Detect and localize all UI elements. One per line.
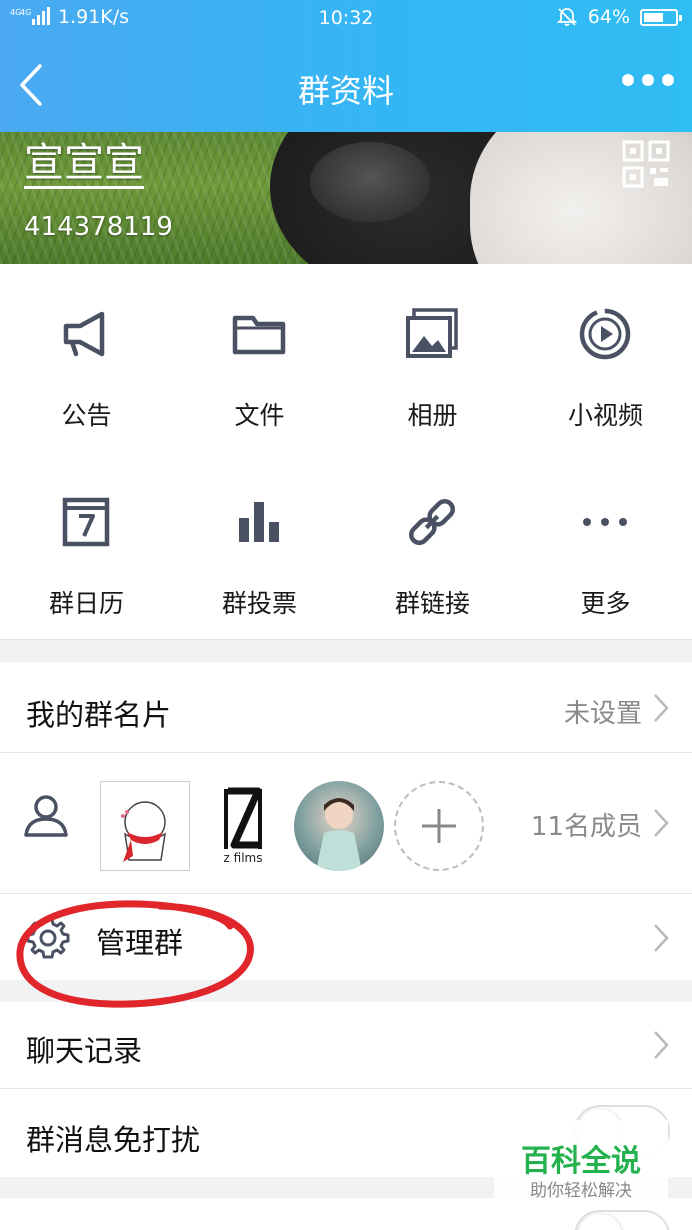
avatar-cartoon: [121, 801, 166, 862]
chat-history-label: 聊天记录: [26, 1034, 143, 1068]
feature-grid: 公告 文件 相册 小视频 群日历 群投票 群链接 更多: [0, 264, 692, 640]
feature-announcement[interactable]: 公告: [0, 264, 173, 452]
setting-toggle[interactable]: [574, 1210, 670, 1230]
feature-more[interactable]: 更多: [519, 452, 692, 640]
album-icon: [406, 308, 458, 358]
megaphone-icon: [63, 311, 105, 357]
feature-album[interactable]: 相册: [346, 264, 519, 452]
folder-icon: [232, 315, 286, 355]
gear-icon: [26, 917, 70, 959]
more-options-icon[interactable]: [622, 74, 674, 86]
feature-label: 更多: [580, 589, 631, 618]
group-name[interactable]: 宣宣宣: [24, 140, 144, 189]
avatar-child-photo: [316, 798, 362, 871]
video-icon: [579, 308, 631, 360]
member-count: 11名成员: [530, 812, 642, 842]
watermark-subtitle: 助你轻松解决: [530, 1181, 632, 1201]
qr-code-icon[interactable]: [622, 140, 670, 188]
more-icon: [583, 518, 627, 526]
watermark-title: 百科全说: [521, 1144, 641, 1179]
feature-label: 小视频: [567, 401, 643, 430]
feature-link[interactable]: 群链接: [346, 452, 519, 640]
chevron-right-icon: [654, 694, 669, 722]
header: 4G 4G 1.91K/s 10:32 64% 群资料: [0, 0, 692, 132]
manage-group-row[interactable]: 管理群: [0, 894, 692, 980]
watermark: 百科全说 助你轻松解决: [494, 1120, 668, 1208]
members-row[interactable]: z films 11名成员: [0, 753, 692, 893]
feature-files[interactable]: 文件: [173, 264, 346, 452]
feature-label: 文件: [234, 401, 285, 430]
group-banner[interactable]: 宣宣宣 414378119: [0, 132, 692, 264]
feature-label: 群投票: [221, 589, 297, 618]
group-id: 414378119: [24, 212, 173, 242]
feature-label: 群链接: [394, 589, 470, 618]
member-avatar[interactable]: [294, 781, 384, 871]
my-group-card-label: 我的群名片: [26, 698, 172, 732]
chevron-right-icon: [654, 924, 669, 952]
my-group-card-row[interactable]: 我的群名片 未设置: [0, 662, 692, 752]
link-icon: [409, 499, 455, 545]
member-avatar[interactable]: [100, 781, 190, 871]
chevron-right-icon: [654, 809, 669, 837]
status-bar: 4G 4G 1.91K/s 10:32 64%: [0, 0, 692, 38]
feature-label: 群日历: [48, 589, 124, 618]
feature-vote[interactable]: 群投票: [173, 452, 346, 640]
my-group-card-value: 未设置: [563, 699, 642, 729]
bell-off-icon: [556, 8, 577, 26]
nav-bar: 群资料: [0, 38, 692, 132]
feature-label: 公告: [61, 401, 112, 430]
battery-icon: [640, 8, 682, 26]
do-not-disturb-label: 群消息免打扰: [26, 1123, 201, 1157]
members-icon: [24, 795, 68, 837]
battery-percent: 64%: [587, 6, 630, 28]
banner-image-snout: [310, 142, 430, 222]
calendar-icon: [62, 497, 110, 547]
page-title: 群资料: [297, 72, 394, 110]
chevron-right-icon: [654, 1031, 669, 1059]
feature-calendar[interactable]: 群日历: [0, 452, 173, 640]
status-right: 64%: [556, 6, 682, 28]
bar-chart-icon: [239, 502, 279, 542]
battery-fill: [644, 12, 663, 22]
avatar-caption: z films: [223, 851, 263, 865]
member-avatar[interactable]: z films: [198, 781, 288, 871]
plus-icon: [422, 809, 456, 843]
manage-group-label: 管理群: [96, 926, 184, 960]
feature-label: 相册: [407, 401, 458, 430]
add-member-button[interactable]: [394, 781, 484, 871]
chat-history-row[interactable]: 聊天记录: [0, 1002, 692, 1088]
feature-video[interactable]: 小视频: [519, 264, 692, 452]
